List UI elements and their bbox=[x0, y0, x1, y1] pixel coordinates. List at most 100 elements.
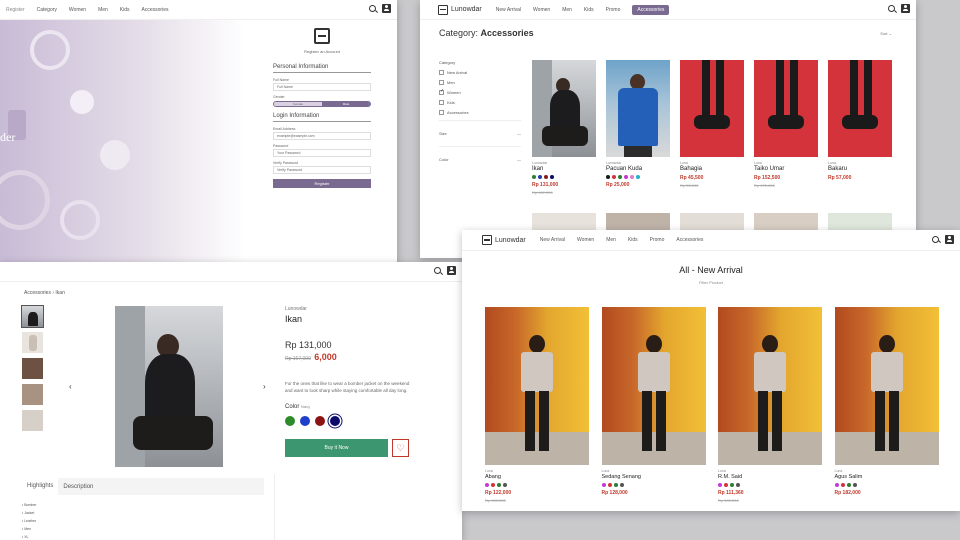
color-dot[interactable] bbox=[612, 175, 616, 179]
color-dot[interactable] bbox=[718, 483, 722, 487]
color-dot[interactable] bbox=[730, 483, 734, 487]
product-card[interactable]: Lunowdar Pacuan Kuda Rp 25,000 bbox=[606, 60, 670, 188]
color-filter[interactable]: Color — bbox=[439, 146, 521, 172]
product-card[interactable]: Luna Sedang Senang Rp 128,000 bbox=[601, 307, 706, 496]
color-dot[interactable] bbox=[852, 483, 857, 487]
color-dot[interactable] bbox=[834, 483, 839, 487]
product-card[interactable]: Luna Taiko Umar Rp 152,500 Rp 170,000 bbox=[754, 60, 818, 188]
color-dot[interactable] bbox=[840, 483, 845, 487]
color-dot[interactable] bbox=[846, 483, 851, 487]
wishlist-heart-icon[interactable]: ♡ bbox=[392, 439, 409, 457]
search-icon[interactable] bbox=[888, 5, 895, 14]
color-dot[interactable] bbox=[636, 175, 640, 179]
breadcrumb-link[interactable]: Accessories bbox=[24, 290, 51, 296]
thumbnail[interactable] bbox=[22, 358, 43, 379]
color-dot[interactable] bbox=[538, 175, 542, 179]
search-icon[interactable] bbox=[932, 235, 939, 245]
filter-checkbox[interactable] bbox=[439, 70, 444, 75]
color-dot[interactable] bbox=[550, 175, 554, 179]
nav-link[interactable]: Women bbox=[533, 7, 550, 13]
nav-link[interactable]: New Arrival bbox=[496, 7, 521, 13]
product-image[interactable] bbox=[680, 60, 744, 157]
sort-dropdown[interactable]: Sort ⌄ bbox=[880, 31, 892, 36]
nav-link[interactable]: Accessories bbox=[676, 237, 703, 243]
nav-link[interactable]: Register bbox=[6, 7, 25, 13]
nav-link[interactable]: Men bbox=[562, 7, 572, 13]
color-dot[interactable] bbox=[485, 483, 489, 487]
product-image[interactable] bbox=[828, 60, 892, 157]
color-dot[interactable] bbox=[619, 483, 624, 487]
color-dot[interactable] bbox=[613, 483, 618, 487]
nav-link[interactable]: New Arrival bbox=[540, 237, 565, 243]
nav-link[interactable]: Accessories bbox=[142, 7, 169, 13]
product-image[interactable] bbox=[606, 60, 670, 157]
product-image[interactable] bbox=[485, 307, 589, 465]
thumbnail[interactable] bbox=[22, 332, 43, 353]
product-image[interactable] bbox=[718, 307, 822, 465]
filter-option[interactable]: Women bbox=[439, 88, 521, 95]
next-arrow-icon[interactable]: › bbox=[263, 382, 266, 391]
user-icon[interactable] bbox=[901, 4, 910, 15]
verify-password-field[interactable]: Verify Password bbox=[273, 166, 371, 174]
thumbnail[interactable] bbox=[22, 384, 43, 405]
filter-checkbox[interactable] bbox=[439, 88, 444, 95]
product-image[interactable] bbox=[834, 307, 939, 465]
tab-description[interactable]: Description bbox=[58, 484, 98, 490]
filter-option[interactable]: Kids bbox=[439, 100, 521, 105]
gender-option[interactable]: Male bbox=[322, 102, 370, 106]
fullname-input[interactable]: Full Name bbox=[273, 83, 371, 91]
product-image[interactable] bbox=[754, 60, 818, 157]
filter-option[interactable]: Men bbox=[439, 80, 521, 85]
user-icon[interactable] bbox=[382, 4, 391, 15]
color-dot[interactable] bbox=[503, 483, 507, 487]
product-card[interactable]: Luna Bakaru Rp 57,000 bbox=[828, 60, 892, 181]
user-icon[interactable] bbox=[447, 266, 456, 277]
filter-checkbox[interactable] bbox=[439, 100, 444, 105]
color-dot[interactable] bbox=[601, 483, 606, 487]
search-icon[interactable] bbox=[369, 5, 376, 14]
color-dot[interactable] bbox=[607, 483, 612, 487]
filter-checkbox[interactable] bbox=[439, 80, 444, 85]
product-card[interactable]: Lunowdar Ikan Rp 131,000 Rp 167,000 bbox=[532, 60, 596, 195]
nav-link[interactable]: Category bbox=[37, 7, 57, 13]
tab-highlights[interactable]: Highlights bbox=[22, 478, 59, 495]
thumbnail[interactable] bbox=[21, 305, 44, 328]
nav-link-active[interactable]: Accessories bbox=[632, 4, 670, 15]
thumbnail[interactable] bbox=[22, 410, 43, 431]
filter-option[interactable]: New Arrival bbox=[439, 70, 521, 75]
nav-link[interactable]: Kids bbox=[628, 237, 638, 243]
product-image[interactable] bbox=[601, 307, 706, 465]
color-dot[interactable] bbox=[724, 483, 728, 487]
gender-toggle[interactable]: Female Male bbox=[273, 101, 371, 107]
filter-option[interactable]: Accessories bbox=[439, 110, 521, 115]
nav-link[interactable]: Kids bbox=[120, 7, 130, 13]
nav-link[interactable]: Promo bbox=[606, 7, 621, 13]
nav-link[interactable]: Men bbox=[98, 7, 108, 13]
nav-link[interactable]: Kids bbox=[584, 7, 594, 13]
color-swatch[interactable] bbox=[330, 416, 340, 426]
nav-link[interactable]: Promo bbox=[650, 237, 665, 243]
color-dot[interactable] bbox=[618, 175, 622, 179]
filter-link[interactable]: Filter Product bbox=[462, 280, 960, 285]
nav-link[interactable]: Men bbox=[606, 237, 616, 243]
color-swatch[interactable] bbox=[300, 416, 310, 426]
color-dot[interactable] bbox=[630, 175, 634, 179]
color-dot[interactable] bbox=[544, 175, 548, 179]
color-dot[interactable] bbox=[532, 175, 536, 179]
gender-option[interactable]: Female bbox=[274, 102, 322, 106]
filter-checkbox[interactable] bbox=[439, 110, 444, 115]
password-field[interactable]: Your Password bbox=[273, 149, 371, 157]
product-card[interactable]: Luna Agus Salim Rp 182,000 bbox=[834, 307, 939, 496]
color-dot[interactable] bbox=[624, 175, 628, 179]
color-swatch[interactable] bbox=[285, 416, 295, 426]
prev-arrow-icon[interactable]: ‹ bbox=[69, 382, 72, 391]
nav-link[interactable]: Women bbox=[577, 237, 594, 243]
product-card[interactable]: Luna Abang Rp 122,000 Rp 150,000 bbox=[485, 307, 589, 503]
color-dot[interactable] bbox=[491, 483, 495, 487]
color-dot[interactable] bbox=[497, 483, 501, 487]
buy-now-button[interactable]: Buy it Now bbox=[285, 439, 388, 457]
size-filter[interactable]: Size — bbox=[439, 120, 521, 146]
search-icon[interactable] bbox=[434, 267, 441, 276]
color-swatch[interactable] bbox=[315, 416, 325, 426]
product-card[interactable]: Luna Bahagia Rp 45,500 Rp 55,000 bbox=[680, 60, 744, 188]
